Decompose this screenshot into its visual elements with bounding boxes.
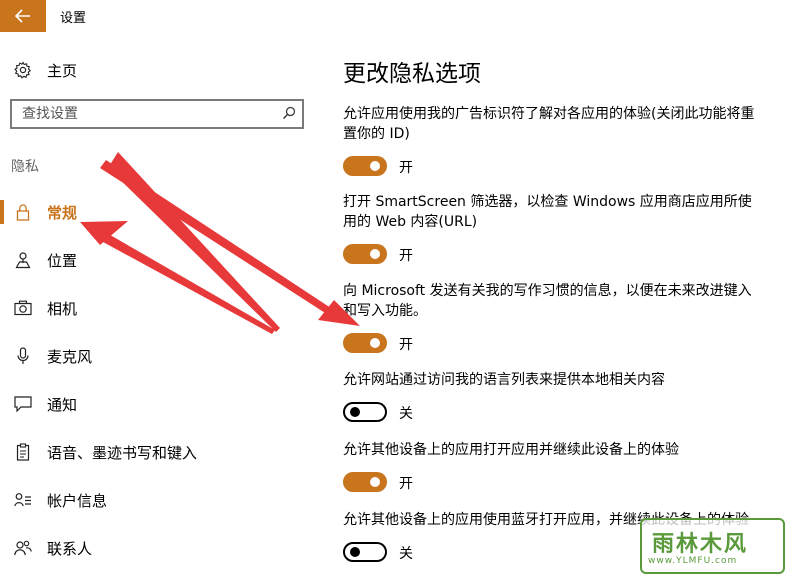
setting-smartscreen: 打开 SmartScreen 筛选器，以检查 Windows 应用商店应用所使 … (343, 192, 785, 266)
sidebar-item-label: 麦克风 (47, 347, 93, 366)
search-box[interactable] (10, 99, 304, 129)
nav-home-label: 主页 (47, 61, 78, 80)
setting-description: 打开 SmartScreen 筛选器，以检查 Windows 应用商店应用所使 … (343, 194, 752, 230)
title-bar: 设置 (0, 0, 791, 32)
clipboard-icon (14, 443, 32, 461)
sidebar-item-account-info[interactable]: 帐户信息 (0, 480, 320, 520)
gear-icon (14, 61, 32, 79)
sidebar-item-microphone[interactable]: 麦克风 (0, 336, 320, 376)
setting-description: 允许其他设备上的应用打开应用并继续此设备上的体验 (343, 442, 679, 458)
sidebar: 主页 隐私 常规 位置 (0, 32, 320, 579)
chat-bubble-icon (14, 395, 32, 413)
toggle-state-label: 关 (399, 406, 413, 422)
sidebar-item-speech-inking[interactable]: 语音、墨迹书写和键入 (0, 432, 320, 472)
back-button[interactable] (0, 0, 46, 32)
page-title: 更改隐私选项 (343, 61, 481, 87)
toggle-state-label: 关 (399, 546, 413, 562)
toggle-row: 开 (343, 154, 785, 178)
camera-icon (14, 299, 32, 317)
toggle-knob (370, 161, 380, 171)
setting-description: 向 Microsoft 发送有关我的写作习惯的信息，以便在未来改进键入 和写入功… (343, 283, 752, 319)
toggle-state-label: 开 (399, 337, 413, 353)
toggle-knob (370, 477, 380, 487)
watermark-logo: 雨林木风 www.YLMFU.com (640, 518, 785, 574)
account-info-icon (14, 491, 32, 509)
sidebar-item-label: 相机 (47, 299, 78, 318)
toggle-state-label: 开 (399, 248, 413, 264)
toggle-state-label: 开 (399, 160, 413, 176)
sidebar-item-label: 帐户信息 (47, 491, 108, 510)
toggle-knob (370, 338, 380, 348)
toggle-row: 关 (343, 400, 785, 424)
toggle-switch[interactable] (343, 244, 387, 264)
setting-language-list: 允许网站通过访问我的语言列表来提供本地相关内容 关 (343, 370, 785, 424)
sidebar-item-label: 常规 (47, 203, 78, 222)
toggle-knob (370, 249, 380, 259)
toggle-row: 开 (343, 470, 785, 494)
toggle-switch[interactable] (343, 333, 387, 353)
sidebar-item-notifications[interactable]: 通知 (0, 384, 320, 424)
toggle-switch[interactable] (343, 156, 387, 176)
sidebar-item-contacts[interactable]: 联系人 (0, 528, 320, 568)
sidebar-item-camera[interactable]: 相机 (0, 288, 320, 328)
sidebar-item-location[interactable]: 位置 (0, 240, 320, 280)
section-heading-privacy: 隐私 (11, 159, 39, 175)
sidebar-item-label: 语音、墨迹书写和键入 (47, 443, 198, 462)
toggle-switch[interactable] (343, 472, 387, 492)
window-title: 设置 (60, 11, 87, 26)
setting-description: 允许应用使用我的广告标识符了解对各应用的体验(关闭此功能将重 置你的 ID) (343, 106, 755, 142)
sidebar-item-label: 联系人 (47, 539, 93, 558)
sidebar-item-label: 位置 (47, 251, 78, 270)
sidebar-item-general[interactable]: 常规 (0, 192, 320, 232)
search-icon[interactable] (282, 106, 296, 120)
setting-advertising-id: 允许应用使用我的广告标识符了解对各应用的体验(关闭此功能将重 置你的 ID) 开 (343, 104, 785, 178)
microphone-icon (14, 347, 32, 365)
toggle-state-label: 开 (399, 476, 413, 492)
arrow-left-icon (15, 9, 30, 23)
setting-cross-device: 允许其他设备上的应用打开应用并继续此设备上的体验 开 (343, 440, 785, 494)
toggle-row: 开 (343, 242, 785, 266)
setting-description: 允许网站通过访问我的语言列表来提供本地相关内容 (343, 372, 665, 388)
nav-home[interactable]: 主页 (0, 54, 320, 86)
lock-icon (14, 203, 32, 221)
toggle-knob (350, 407, 360, 417)
active-indicator (0, 200, 4, 224)
toggle-switch[interactable] (343, 542, 387, 562)
sidebar-item-label: 通知 (47, 395, 78, 414)
watermark-text: 雨林木风 (652, 532, 749, 557)
toggle-knob (350, 547, 360, 557)
toggle-switch[interactable] (343, 402, 387, 422)
location-icon (14, 251, 32, 269)
watermark-url: www.YLMFU.com (648, 556, 738, 566)
contacts-icon (14, 539, 32, 557)
setting-writing-habits: 向 Microsoft 发送有关我的写作习惯的信息，以便在未来改进键入 和写入功… (343, 281, 785, 355)
toggle-row: 开 (343, 331, 785, 355)
search-input[interactable] (22, 105, 272, 123)
